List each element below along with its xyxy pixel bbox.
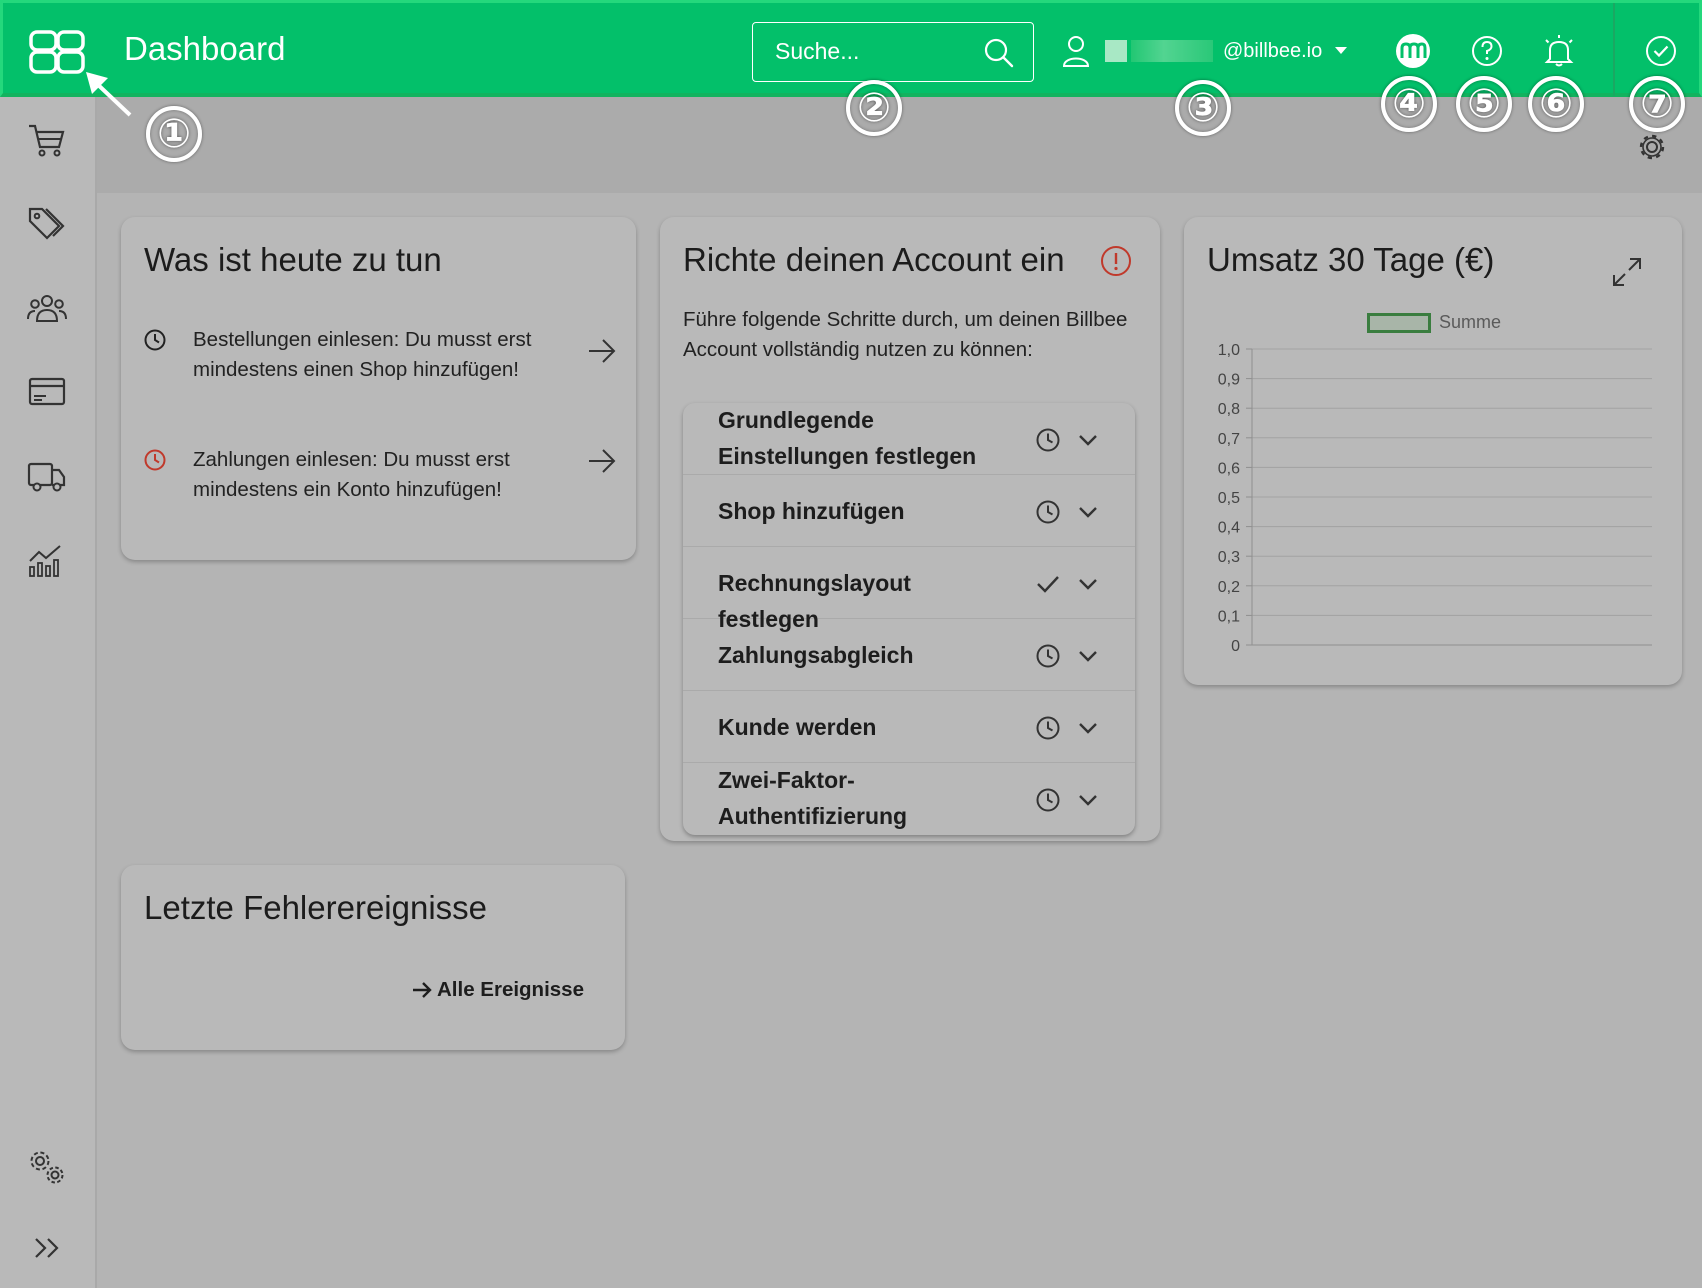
annotation-badge-6: ⑥	[1528, 76, 1584, 132]
annotation-arrow-icon	[86, 72, 132, 117]
clock-icon	[144, 329, 166, 351]
tags-icon[interactable]	[26, 203, 68, 245]
setup-step[interactable]: Kunde werden	[683, 691, 1135, 763]
todo-item-text: Bestellungen einlesen: Du musst erst min…	[193, 328, 532, 381]
setup-steps-list: Grundlegende Einstellungen festlegen Sho…	[683, 403, 1135, 835]
chart-y-tick-label: 0,3	[1218, 549, 1240, 566]
statistics-icon[interactable]	[26, 539, 68, 581]
annotation-badge-1: ①	[146, 106, 202, 162]
arrow-right-icon[interactable]	[587, 447, 617, 475]
todo-item-text: Zahlungen einlesen: Du musst erst mindes…	[193, 448, 510, 501]
error-events-card: Letzte Fehlerereignisse Alle Ereignisse	[121, 865, 625, 1050]
setup-step[interactable]: Rechnungslayout festlegen	[683, 547, 1135, 632]
notification-bell-icon[interactable]	[1539, 31, 1579, 71]
annotation-badge-7: ⑦	[1629, 76, 1685, 132]
revenue-card: Umsatz 30 Tage (€) Summe 1,0 0,9 0,8 0,7 0,6…	[1184, 217, 1682, 685]
account-setup-title: Richte deinen Account ein	[683, 241, 1065, 278]
chart-y-tick-label: 0	[1231, 638, 1240, 655]
annotation-badge-4: ④	[1381, 76, 1437, 132]
redacted-name-block	[1105, 40, 1127, 62]
chart-y-tick-label: 0,9	[1218, 372, 1240, 389]
clock-icon	[1036, 500, 1060, 524]
page-title: Dashboard	[124, 30, 286, 67]
setup-step-label: Grundlegende Einstellungen festlegen	[718, 407, 977, 469]
user-menu[interactable]: @billbee.io	[1061, 31, 1348, 71]
dashboard-settings-gear-icon[interactable]	[1636, 131, 1668, 163]
clock-icon	[1036, 716, 1060, 740]
todo-item[interactable]: Zahlungen einlesen: Du musst erst mindes…	[143, 445, 616, 507]
clock-warning-icon	[144, 449, 166, 471]
user-icon	[1062, 36, 1090, 67]
all-events-label: Alle Ereignisse	[437, 978, 584, 1001]
expand-icon[interactable]	[26, 1227, 68, 1269]
chevron-down-icon[interactable]	[1077, 645, 1099, 667]
top-divider	[1613, 3, 1615, 96]
account-setup-card: Richte deinen Account ein Führe folgende…	[660, 217, 1160, 841]
top-bar: Dashboard Suche... @billbee.io	[0, 0, 1702, 97]
chart-y-tick-label: 1,0	[1218, 342, 1240, 359]
account-setup-intro: Führe folgende Schritte durch, um deinen…	[683, 308, 1128, 361]
setup-step[interactable]: Zwei-Faktor-Authentifizierung	[683, 763, 1135, 835]
customers-icon[interactable]	[26, 287, 68, 329]
status-check-icon[interactable]	[1641, 31, 1681, 71]
alert-icon	[1101, 246, 1131, 276]
search-icon[interactable]	[983, 37, 1015, 69]
chart-y-tick-label: 0,4	[1218, 520, 1240, 537]
sidebar	[0, 97, 97, 1288]
clock-icon	[1036, 428, 1060, 452]
todo-card: Was ist heute zu tun Bestellungen einles…	[121, 217, 636, 560]
chart-y-tick-label: 0,5	[1218, 490, 1240, 507]
chart-y-tick-label: 0,2	[1218, 579, 1240, 596]
cart-icon[interactable]	[26, 119, 68, 161]
clock-icon	[1036, 644, 1060, 668]
chart-y-tick-label: 0,1	[1218, 608, 1240, 625]
redacted-name-block	[1131, 40, 1213, 62]
setup-step-label: Zwei-Faktor-Authentifizierung	[718, 767, 908, 829]
setup-step-label: Zahlungsabgleich	[718, 642, 914, 668]
setup-step[interactable]: Zahlungsabgleich	[683, 619, 1135, 691]
annotation-badge-5: ⑤	[1456, 76, 1512, 132]
arrow-right-icon	[413, 982, 432, 998]
marketplace-icon[interactable]	[1393, 31, 1433, 71]
shipping-icon[interactable]	[26, 455, 68, 497]
todo-card-title: Was ist heute zu tun	[144, 241, 442, 278]
setup-step-label: Kunde werden	[718, 714, 877, 740]
revenue-chart: 1,0 0,9 0,8 0,7 0,6 0,5 0,4 0,3 0,2 0,1 0	[1218, 342, 1652, 655]
arrow-right-icon[interactable]	[587, 337, 617, 365]
chevron-down-icon[interactable]	[1077, 573, 1099, 595]
payments-icon[interactable]	[26, 371, 68, 413]
chevron-down-icon[interactable]	[1077, 789, 1099, 811]
billbee-logo-icon[interactable]	[29, 30, 85, 74]
user-email: @billbee.io	[1223, 39, 1323, 62]
chevron-down-icon[interactable]	[1077, 429, 1099, 451]
setup-step[interactable]: Shop hinzufügen	[683, 475, 1135, 547]
annotation-badge-3: ③	[1175, 80, 1231, 136]
chart-y-tick-label: 0,6	[1218, 460, 1240, 477]
all-events-link[interactable]: Alle Ereignisse	[411, 978, 584, 1002]
chevron-down-icon[interactable]	[1077, 717, 1099, 739]
search-input[interactable]: Suche...	[752, 22, 1034, 82]
clock-icon	[1036, 788, 1060, 812]
caret-down-icon[interactable]	[1334, 46, 1348, 56]
chart-y-tick-label: 0,8	[1218, 401, 1240, 418]
search-placeholder: Suche...	[775, 38, 860, 64]
help-icon[interactable]	[1467, 31, 1507, 71]
check-icon	[1037, 576, 1059, 593]
chart-y-tick-label: 0,7	[1218, 431, 1240, 448]
setup-step-label: Shop hinzufügen	[718, 498, 905, 524]
chevron-down-icon[interactable]	[1077, 501, 1099, 523]
todo-item[interactable]: Bestellungen einlesen: Du musst erst min…	[143, 325, 616, 415]
settings-icon[interactable]	[26, 1147, 68, 1189]
error-events-title: Letzte Fehlerereignisse	[144, 889, 488, 926]
annotation-badge-2: ②	[846, 80, 902, 136]
setup-step[interactable]: Grundlegende Einstellungen festlegen	[683, 403, 1135, 475]
